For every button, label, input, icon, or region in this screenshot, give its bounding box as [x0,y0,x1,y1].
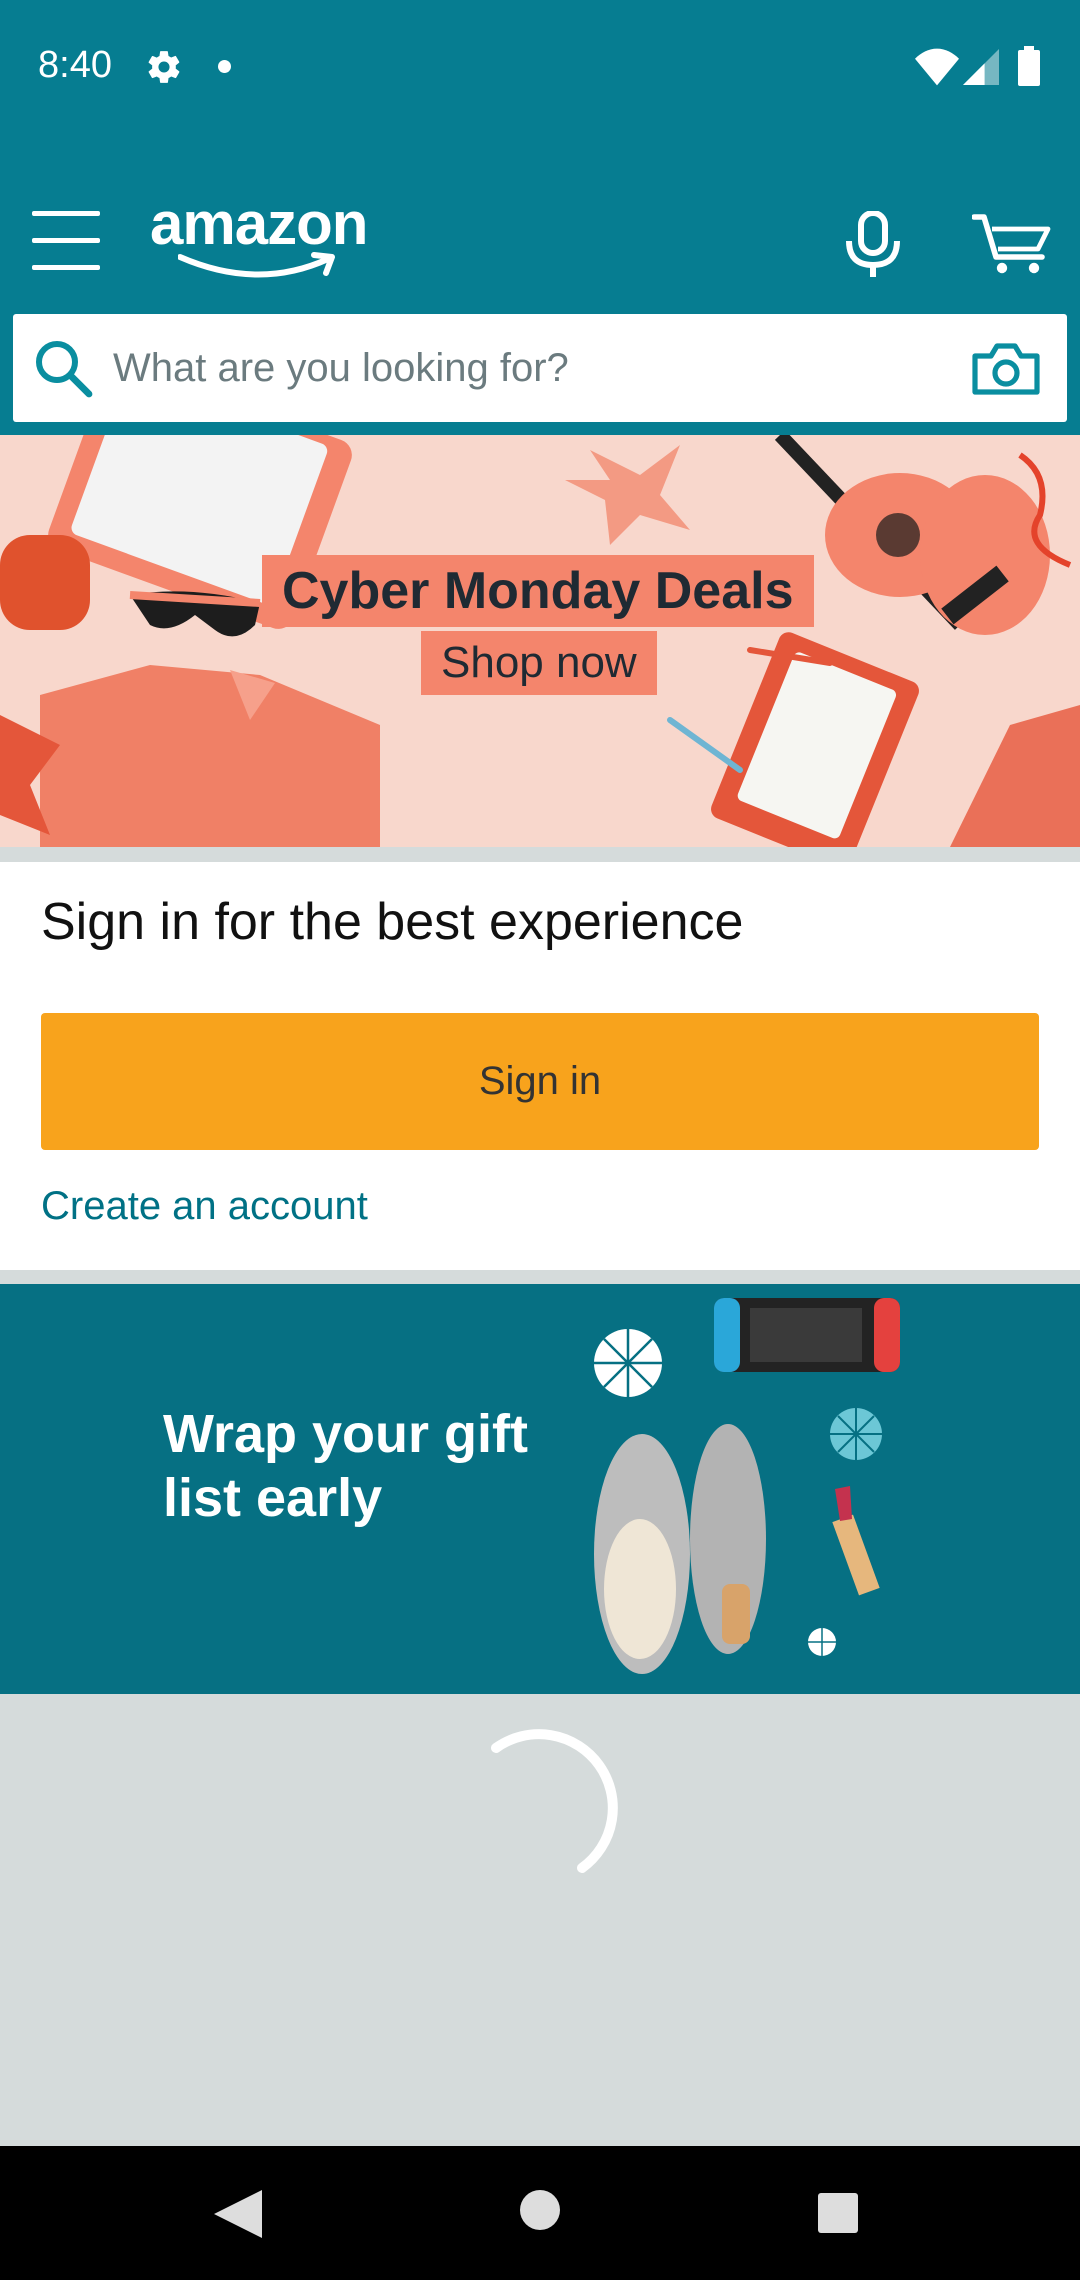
amazon-logo[interactable]: amazon [150,190,390,285]
gear-icon [148,51,180,83]
menu-icon[interactable] [32,211,100,271]
signal-icon [963,49,999,85]
section-divider [0,847,1080,862]
back-icon[interactable] [210,2188,266,2240]
search-input[interactable] [99,314,959,422]
status-time: 8:40 [38,44,112,86]
banner-shop-now[interactable]: Shop now [421,631,657,695]
battery-icon [1018,46,1040,86]
section-divider [0,1270,1080,1284]
search-bar[interactable] [13,314,1067,422]
search-icon[interactable] [33,338,93,398]
home-icon[interactable] [520,2190,560,2230]
loading-area [0,1694,1080,2146]
logo-smile-icon [178,252,335,278]
recents-icon[interactable] [818,2193,858,2233]
loading-spinner-icon [491,1729,618,1873]
sign-in-button[interactable]: Sign in [41,1013,1039,1150]
system-nav-bar [0,2146,1080,2280]
wifi-icon [915,48,959,86]
microphone-icon[interactable] [845,211,901,277]
notification-dot-icon [218,60,231,73]
gift-banner-text: Wrap your gift list early [163,1404,529,1528]
cart-icon[interactable] [972,213,1052,275]
logo-text: amazon [150,190,368,257]
create-account-link[interactable]: Create an account [41,1184,368,1229]
signin-heading: Sign in for the best experience [41,893,744,951]
cyber-monday-banner[interactable]: Cyber Monday Deals Shop now [0,435,1080,847]
app-header: amazon [0,135,1080,435]
gift-list-banner[interactable]: Wrap your gift list early [0,1284,1080,1694]
camera-icon[interactable] [971,342,1041,396]
status-bar: 8:40 [0,0,1080,135]
banner-title: Cyber Monday Deals [262,555,814,627]
signin-card: Sign in for the best experience Sign in … [0,862,1080,1270]
